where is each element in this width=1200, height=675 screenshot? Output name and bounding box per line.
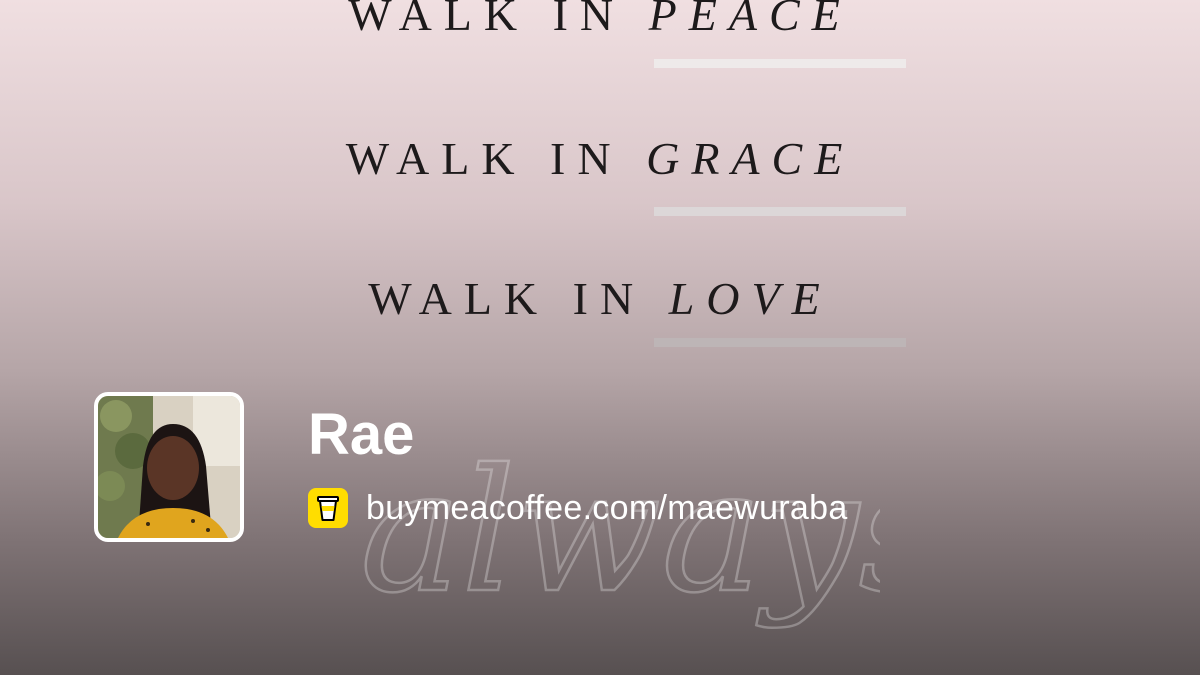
profile-name: Rae <box>308 402 415 467</box>
quote-line-1-emphasis: PEACE <box>648 0 852 40</box>
coffee-cup-icon <box>308 488 348 528</box>
quote-line-3: WALK IN LOVE <box>0 272 1200 325</box>
quote-line-1: WALK IN PEACE <box>0 0 1200 41</box>
avatar[interactable] <box>94 392 244 542</box>
avatar-portrait <box>98 396 240 538</box>
profile-link[interactable]: buymeacoffee.com/maewuraba <box>308 488 848 528</box>
svg-text:always: always <box>360 433 880 631</box>
quote-underline-2 <box>654 207 906 216</box>
profile-url[interactable]: buymeacoffee.com/maewuraba <box>366 489 848 528</box>
quote-underline-1 <box>654 59 906 68</box>
quote-line-3-emphasis: LOVE <box>668 273 832 324</box>
quote-underline-3 <box>654 338 906 347</box>
quote-line-1-prefix: WALK IN <box>348 0 626 40</box>
quote-line-2-emphasis: GRACE <box>646 133 855 184</box>
quote-line-2-prefix: WALK IN <box>345 133 623 184</box>
quote-line-2: WALK IN GRACE <box>0 132 1200 185</box>
quote-line-3-prefix: WALK IN <box>368 273 646 324</box>
cover-image: WALK IN PEACE WALK IN GRACE WALK IN LOVE… <box>0 0 1200 675</box>
